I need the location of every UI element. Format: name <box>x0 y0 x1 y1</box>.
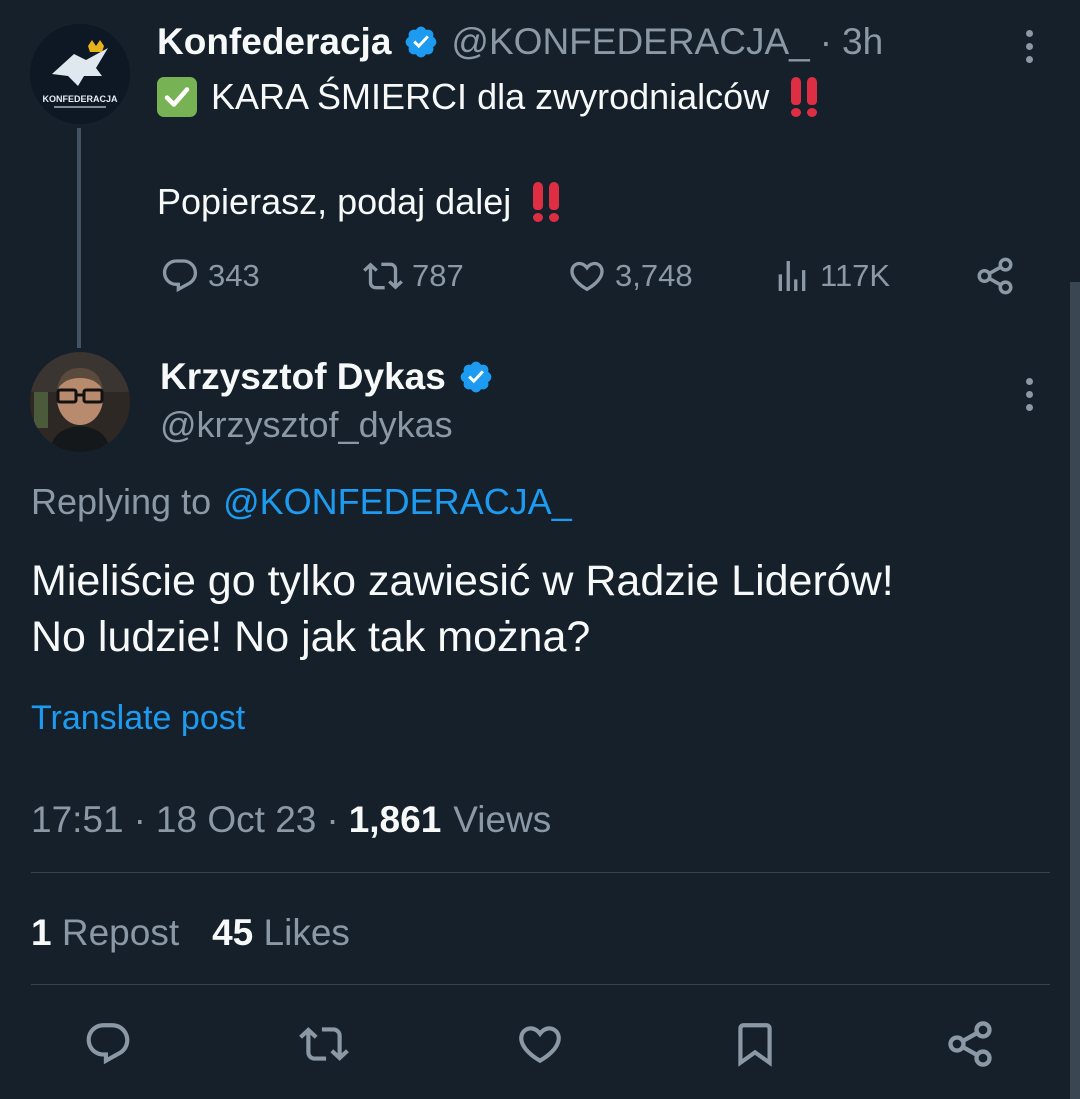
engagement-stats: 1 Repost 45 Likes <box>31 906 383 960</box>
parent-tweet-text-line1: KARA ŚMIERCI dla zwyrodnialców <box>211 76 770 117</box>
parent-reply-count: 343 <box>208 258 260 293</box>
reply-icon <box>86 1023 130 1065</box>
repost-button[interactable] <box>298 1018 350 1070</box>
avatar-logo-text: KONFEDERACJA <box>42 94 118 104</box>
main-author-row: Krzysztof Dykas <box>160 352 506 402</box>
bookmark-button[interactable] <box>729 1018 781 1070</box>
parent-tweet-time[interactable]: 3h <box>842 21 883 63</box>
divider <box>31 984 1050 985</box>
repost-label: Repost <box>61 912 180 953</box>
likes-label: Likes <box>263 912 350 953</box>
like-icon <box>519 1026 561 1064</box>
main-tweet-action-bar <box>0 1018 1080 1076</box>
parent-tweet-text-line2: Popierasz, podaj dalej <box>157 181 512 222</box>
main-tweet-body-line2: No ludzie! No jak tak można? <box>31 613 591 661</box>
parent-share-button[interactable] <box>974 250 1024 302</box>
replying-to-handle-link[interactable]: @KONFEDERACJA_ <box>223 481 572 523</box>
reply-icon <box>162 259 198 293</box>
parent-views-count: 117K <box>820 258 891 293</box>
parent-reply-button[interactable]: 343 <box>160 250 260 302</box>
like-icon <box>570 261 604 292</box>
views-label: Views <box>453 799 552 840</box>
bookmark-icon <box>738 1023 772 1067</box>
verified-badge-icon <box>403 24 439 60</box>
share-button[interactable] <box>944 1018 996 1070</box>
meta-separator: · <box>133 799 146 840</box>
double-exclamation-emoji-icon <box>533 182 560 222</box>
parent-tweet-line2: Popierasz, podaj dalej <box>157 177 560 227</box>
reposts-stat[interactable]: 1 Repost <box>31 912 179 954</box>
replying-to-line: Replying to @KONFEDERACJA_ <box>31 477 572 527</box>
repost-icon <box>299 1027 349 1061</box>
tweet-metadata: 17:51 · 18 Oct 23 · 1,861 Views <box>31 793 551 847</box>
like-button[interactable] <box>514 1018 566 1070</box>
repost-count: 1 <box>31 912 52 953</box>
main-author-handle[interactable]: @krzysztof_dykas <box>160 400 453 450</box>
parent-more-options-icon[interactable] <box>1024 30 1034 63</box>
parent-repost-count: 787 <box>412 258 464 293</box>
replying-to-label: Replying to <box>31 481 212 522</box>
tweet-date[interactable]: 18 Oct 23 <box>156 799 316 841</box>
parent-author-handle[interactable]: @KONFEDERACJA_ <box>451 21 809 63</box>
parent-author-name[interactable]: Konfederacja <box>157 21 391 63</box>
verified-badge-icon <box>458 359 494 395</box>
parent-repost-button[interactable]: 787 <box>362 250 464 302</box>
header-separator: · <box>819 21 833 62</box>
main-tweet-body: Mieliście go tylko zawiesić w Radzie Lid… <box>31 553 894 665</box>
main-more-options-icon[interactable] <box>1024 378 1034 411</box>
double-exclamation-emoji-icon <box>791 77 818 117</box>
parent-tweet-actions: 343 787 3,748 117K <box>0 250 1080 302</box>
main-author-name[interactable]: Krzysztof Dykas <box>160 356 446 398</box>
scrollbar[interactable] <box>1070 282 1080 1099</box>
tweet-detail-screen: KONFEDERACJA Konfederacja @KONFEDERACJA_… <box>0 0 1080 1099</box>
translate-post-link[interactable]: Translate post <box>31 693 245 743</box>
krzysztof-dykas-avatar[interactable] <box>30 352 130 452</box>
share-icon <box>977 257 1013 295</box>
views-icon <box>778 261 806 291</box>
konfederacja-avatar[interactable]: KONFEDERACJA <box>30 24 130 124</box>
tweet-time[interactable]: 17:51 <box>31 799 124 841</box>
parent-like-button[interactable]: 3,748 <box>567 250 693 302</box>
reply-button[interactable] <box>82 1018 134 1070</box>
main-tweet-body-line1: Mieliście go tylko zawiesić w Radzie Lid… <box>31 557 894 605</box>
share-icon <box>948 1021 992 1067</box>
views-count: 1,861 <box>348 799 442 840</box>
likes-count: 45 <box>212 912 254 953</box>
parent-tweet-line1: KARA ŚMIERCI dla zwyrodnialców <box>157 72 818 122</box>
likes-stat[interactable]: 45 Likes <box>212 912 350 954</box>
divider <box>31 872 1050 873</box>
parent-like-count: 3,748 <box>615 258 693 293</box>
meta-separator: · <box>326 799 339 840</box>
repost-icon <box>363 262 403 290</box>
check-mark-emoji-icon <box>157 77 197 117</box>
thread-connector-line <box>77 128 81 348</box>
parent-tweet-header: Konfederacja @KONFEDERACJA_ · 3h <box>157 18 883 66</box>
parent-views-button[interactable]: 117K <box>772 250 890 302</box>
